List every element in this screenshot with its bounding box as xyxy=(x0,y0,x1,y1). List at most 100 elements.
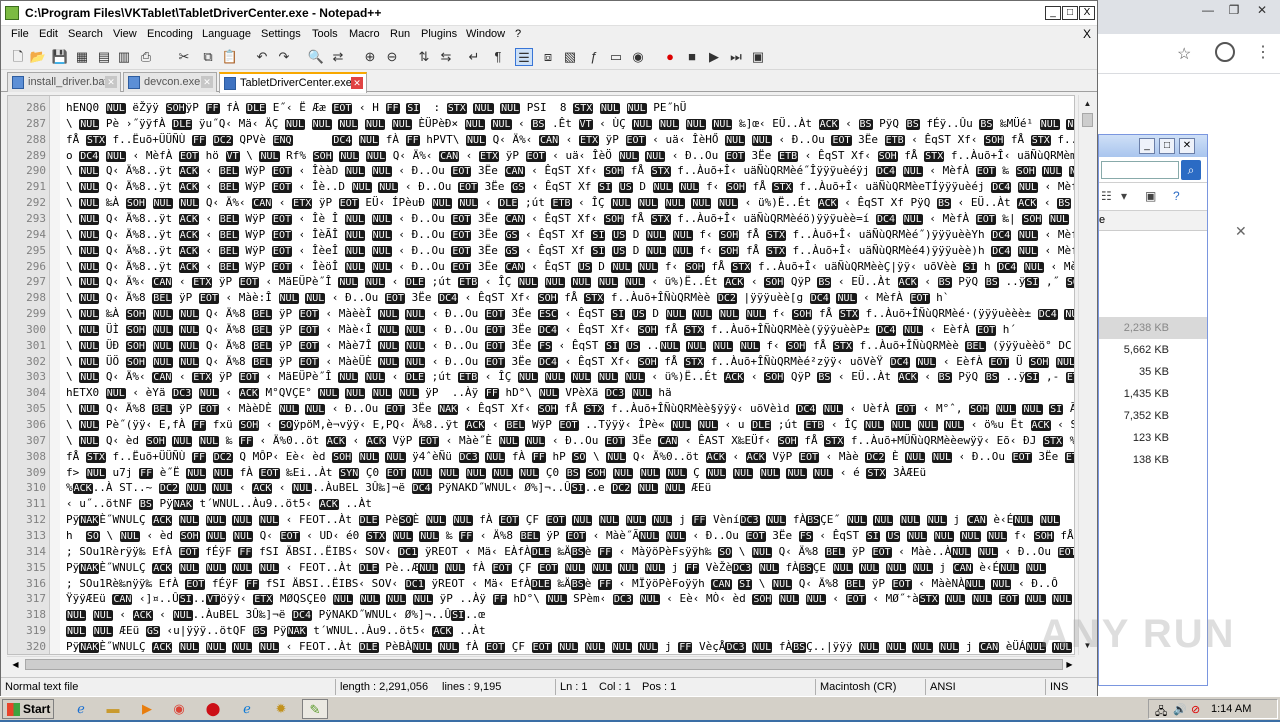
close-icon[interactable]: ✕ xyxy=(1179,138,1195,154)
sync-vertical-icon[interactable]: ⇅ xyxy=(415,48,433,66)
editor-line[interactable]: 302 \ NUL ÜÖ SOH NUL NUL Q‹ Ä%8 BEL ÿP EO… xyxy=(8,354,1074,370)
close-all-icon[interactable]: ▥ xyxy=(115,48,133,66)
editor-line[interactable]: 295 \ NUL Q‹ Ä%8..ÿt ACK ‹ BEL WÿP EOT ‹ … xyxy=(8,243,1074,259)
search-icon[interactable]: ⌕ xyxy=(1181,160,1201,180)
editor-line[interactable]: 309 f> NUL u7j FF è˝Ë NUL NUL fÀ EOT ‰Ei.… xyxy=(8,465,1074,481)
editor-line[interactable]: 306 \ NUL Pè˝(ÿÿ‹ E‚fÀ FF fxü SOH ‹ SOÿpö… xyxy=(8,417,1074,433)
folder-workspace-icon[interactable]: ▭ xyxy=(607,48,625,66)
scroll-thumb[interactable] xyxy=(1082,113,1093,127)
indent-guide-icon[interactable]: ☰ xyxy=(515,48,533,66)
file-size[interactable]: 5,662 KB xyxy=(1099,339,1207,361)
editor-line[interactable]: 316 ; SOu1Rè‰nÿÿ‰ EfÀ EOT fÉÿF FF fSI ÄBS… xyxy=(8,576,1074,592)
redo-icon[interactable]: ↷ xyxy=(275,48,293,66)
tab-install-driver[interactable]: install_driver.bat ✕ xyxy=(7,72,121,92)
menu-settings[interactable]: Settings xyxy=(261,28,301,40)
minimize-icon[interactable]: — xyxy=(1195,2,1221,18)
file-size[interactable]: 138 KB xyxy=(1099,449,1207,471)
minimize-icon[interactable]: _ xyxy=(1139,138,1155,154)
function-list-icon[interactable]: ƒ xyxy=(585,48,603,66)
menu-window[interactable]: Window xyxy=(466,28,505,40)
file-size[interactable]: 35 KB xyxy=(1099,361,1207,383)
menu-language[interactable]: Language xyxy=(202,28,251,40)
close-tab-icon[interactable]: ✕ xyxy=(105,76,117,88)
editor-line[interactable]: 297 \ NUL Q‹ Ä%‹ CAN ‹ ETX ÿP EOT ‹ MäEÜP… xyxy=(8,274,1074,290)
editor-line[interactable]: 304 hETX0 NUL ‹ èYä DC3 NUL ‹ ACK M°QVÇE°… xyxy=(8,385,1074,401)
editor-line[interactable]: 291 \ NUL Q‹ Ä%8..ÿt ACK ‹ BEL WÿP EOT ‹ … xyxy=(8,179,1074,195)
editor-line[interactable]: 299 \ NUL ‰À SOH NUL NUL Q‹ Ä%8 BEL ÿP EO… xyxy=(8,306,1074,322)
close-icon[interactable]: ✕ xyxy=(1235,223,1247,240)
open-file-icon[interactable]: 📂 xyxy=(29,48,47,66)
internet-explorer-icon[interactable]: ℯ xyxy=(68,699,94,719)
menu-plugins[interactable]: Plugins xyxy=(421,28,457,40)
editor-line[interactable]: 287 \ NUL Pè ›˝ÿÿfÀ DLE ÿu˝Q‹ Mä‹ ÄÇ NUL … xyxy=(8,116,1074,132)
tablet-driver-icon[interactable]: ✹ xyxy=(268,699,294,719)
close-tab-icon[interactable]: ✕ xyxy=(351,77,363,89)
view-icon[interactable]: ☷ xyxy=(1101,189,1112,203)
file-size[interactable]: 2,238 KB xyxy=(1099,317,1207,339)
save-all-icon[interactable]: ▦ xyxy=(73,48,91,66)
opera-icon[interactable]: ⬤ xyxy=(200,699,226,719)
zoom-out-icon[interactable]: ⊖ xyxy=(383,48,401,66)
network-icon[interactable]: 🖧 xyxy=(1155,703,1167,722)
start-button[interactable]: Start xyxy=(2,699,54,719)
close-document-button[interactable]: X xyxy=(1083,27,1091,41)
minimize-button[interactable]: _ xyxy=(1045,6,1061,20)
menu-tools[interactable]: Tools xyxy=(312,28,338,40)
editor-line[interactable]: 319 NUL NUL ÆEü GS ‹u|ÿÿÿ..ötQF BS PÿNAK … xyxy=(8,623,1074,639)
menu-run[interactable]: Run xyxy=(390,28,410,40)
notepad-plus-plus-taskbar-icon[interactable]: ✎ xyxy=(302,699,328,719)
menu-encoding[interactable]: Encoding xyxy=(147,28,193,40)
maximize-icon[interactable]: □ xyxy=(1159,138,1175,154)
copy-icon[interactable]: ⧉ xyxy=(199,48,217,66)
file-explorer-icon[interactable]: ▬ xyxy=(100,699,126,719)
new-file-icon[interactable]: 🗋 xyxy=(9,48,27,66)
editor-line[interactable]: 296 \ NUL Q‹ Ä%8..ÿt ACK ‹ BEL WÿP EOT ‹ … xyxy=(8,259,1074,275)
editor-line[interactable]: 298 \ NUL Q‹ Ä%8 BEL ÿP EOT ‹ Màè:Î NUL N… xyxy=(8,290,1074,306)
search-input[interactable] xyxy=(1101,161,1179,179)
play-macro-icon[interactable]: ▶ xyxy=(705,48,723,66)
chevron-down-icon[interactable]: ▾ xyxy=(1121,189,1127,203)
undo-icon[interactable]: ↶ xyxy=(253,48,271,66)
replace-icon[interactable]: ⇄ xyxy=(329,48,347,66)
column-header-size[interactable]: e xyxy=(1099,211,1207,231)
editor-line[interactable]: 311 ‹ u˝..ötNF BS PÿNAK t´WNUL..Àu9..öt5‹… xyxy=(8,496,1074,512)
editor-line[interactable]: 288 fÅ STX f..Ëuõ+ÜÜÑÙ FF DC2 QPVè ENQ DC… xyxy=(8,132,1074,148)
scroll-thumb[interactable] xyxy=(25,659,1063,670)
close-button[interactable]: X xyxy=(1079,6,1095,20)
editor-line[interactable]: 310 %ACK..À ST..~ DC2 NUL NUL ‹ ACK ‹ NUL… xyxy=(8,480,1074,496)
tab-tabletdrivercenter[interactable]: TabletDriverCenter.exe ✕ xyxy=(219,72,367,93)
chrome-icon[interactable]: ◉ xyxy=(166,699,192,719)
paste-icon[interactable]: 📋 xyxy=(221,48,239,66)
editor-line[interactable]: 312 PÿNAKÈ˝WNULÇ ACK NUL NUL NUL NUL ‹ FE… xyxy=(8,512,1074,528)
menu-search[interactable]: Search xyxy=(68,28,103,40)
zoom-in-icon[interactable]: ⊕ xyxy=(361,48,379,66)
editor-line[interactable]: 313 h SO \ NUL ‹ èd SOH NUL NUL Q‹ EOT ‹ … xyxy=(8,528,1074,544)
editor-line[interactable]: 314 ; SOu1Rèrÿÿ‰ EfÀ EOT fÉÿF FF fSI ÄBSI… xyxy=(8,544,1074,560)
editor-line[interactable]: 305 \ NUL Q‹ Ä%8 BEL ÿP EOT ‹ MàèDÈ NUL N… xyxy=(8,401,1074,417)
editor-line[interactable]: 303 \ NUL Q‹ Ä%‹ CAN ‹ ETX ÿP EOT ‹ MäEÜP… xyxy=(8,369,1074,385)
menu-file[interactable]: File xyxy=(11,28,29,40)
file-size[interactable]: 123 KB xyxy=(1099,427,1207,449)
editor-line[interactable]: 317 ŸÿÿÆEü CAN ‹]¤..ÛSI..VTöÿÿ‹ ETX MØQSÇ… xyxy=(8,591,1074,607)
warning-icon[interactable]: ⊘ xyxy=(1191,703,1200,716)
record-macro-icon[interactable]: ● xyxy=(661,48,679,66)
editor-line[interactable]: 300 \ NUL ÜÌ SOH NUL NUL Q‹ Ä%8 BEL ÿP EO… xyxy=(8,322,1074,338)
save-macro-icon[interactable]: ▣ xyxy=(749,48,767,66)
tab-devcon[interactable]: devcon.exe ✕ xyxy=(123,72,217,92)
editor-line[interactable]: 320 PÿNAKÈ˝WNULÇ ACK NUL NUL NUL NUL ‹ FE… xyxy=(8,639,1074,654)
editor-line[interactable]: 294 \ NUL Q‹ Ä%8..ÿt ACK ‹ BEL WÿP EOT ‹ … xyxy=(8,227,1074,243)
map-icon[interactable]: ▧ xyxy=(561,48,579,66)
close-icon[interactable]: ✕ xyxy=(1249,2,1275,18)
editor-line[interactable]: 290 \ NUL Q‹ Ä%8..ÿt ACK ‹ BEL WÿP EOT ‹ … xyxy=(8,163,1074,179)
menu-help[interactable]: ? xyxy=(515,28,521,40)
close-file-icon[interactable]: ▤ xyxy=(95,48,113,66)
editor-line[interactable]: 308 fÅ STX f..Ëuõ+ÜÜÑÙ FF DC2 Q MÔP‹ Eè‹ … xyxy=(8,449,1074,465)
menu-kebab-icon[interactable]: ⋮ xyxy=(1255,42,1271,62)
horizontal-scrollbar[interactable]: ◀ ▶ xyxy=(7,656,1075,671)
file-size[interactable]: 7,352 KB xyxy=(1099,405,1207,427)
scroll-up-icon[interactable]: ▲ xyxy=(1081,97,1094,110)
print-icon[interactable]: ⎙ xyxy=(137,48,155,66)
menu-macro[interactable]: Macro xyxy=(349,28,380,40)
restore-icon[interactable]: ❐ xyxy=(1221,2,1247,18)
help-icon[interactable]: ? xyxy=(1173,189,1180,203)
